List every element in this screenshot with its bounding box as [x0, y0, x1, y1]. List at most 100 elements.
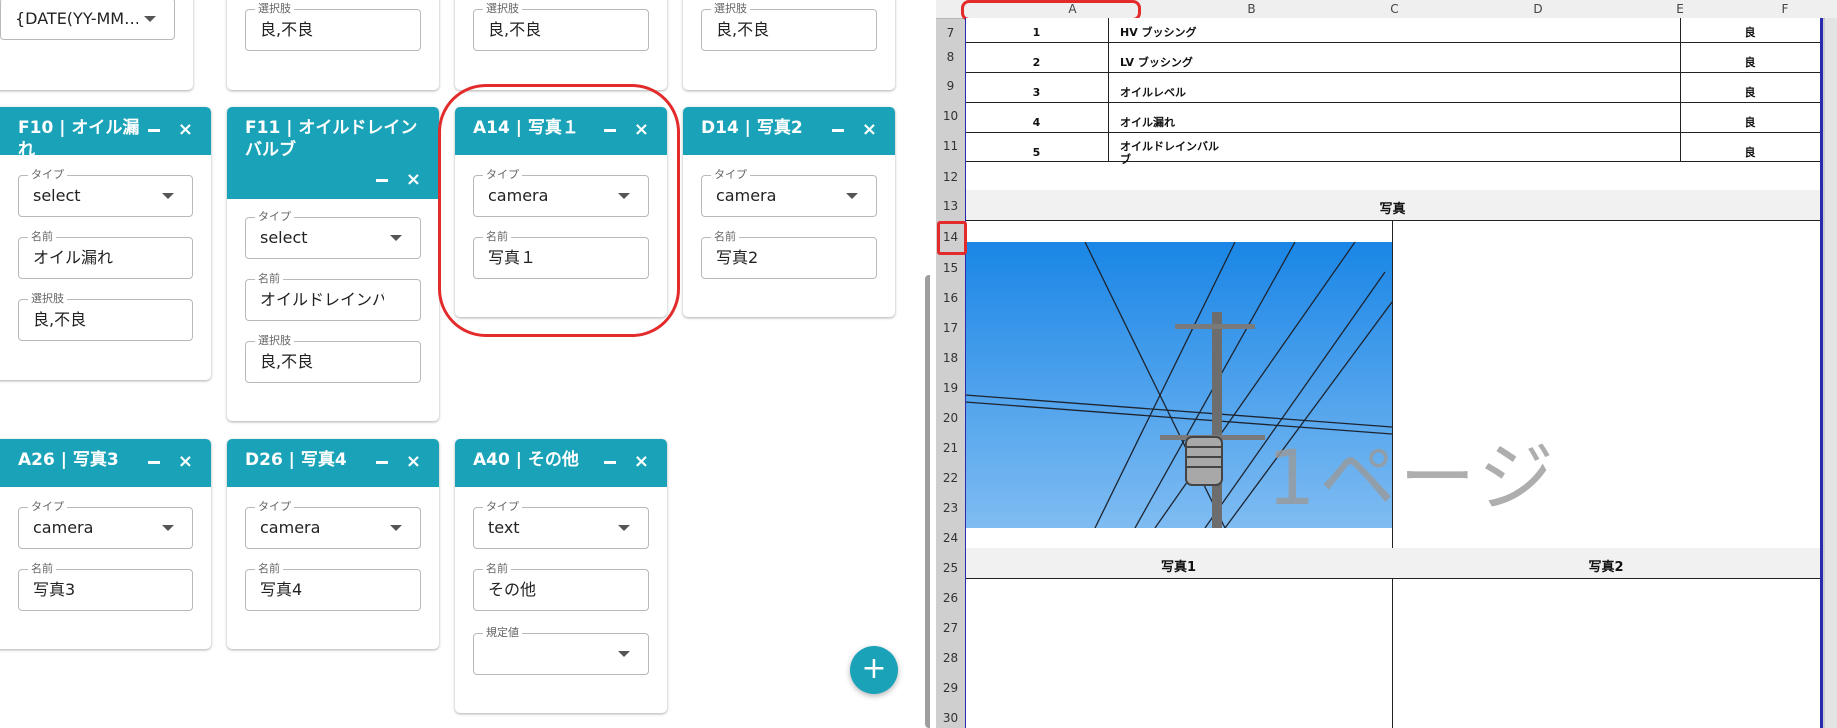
cell-result[interactable]: 良: [1680, 146, 1820, 159]
row-header[interactable]: 12: [936, 170, 965, 184]
name-field[interactable]: 名前 オイル漏れ: [18, 230, 193, 279]
sheet-scrollbar[interactable]: [1825, 18, 1837, 728]
field-card-a40[interactable]: A40 | その他 × タイプ text 名前 その他 規定値: [455, 439, 667, 713]
minimize-icon[interactable]: [147, 128, 160, 132]
minimize-icon[interactable]: [375, 178, 388, 182]
field-card-c-top[interactable]: 選択肢 良,不良: [455, 0, 667, 90]
cell-name[interactable]: オイルドレインバル ブ: [1120, 140, 1380, 166]
default-value-select[interactable]: 規定値: [473, 626, 649, 675]
name-field[interactable]: 名前 オイルドレインバル: [245, 272, 421, 321]
name-field[interactable]: 名前 その他: [473, 562, 649, 611]
name-field[interactable]: 名前 写真3: [18, 562, 193, 611]
options-field[interactable]: 選択肢 良,不良: [473, 2, 649, 51]
minimize-icon[interactable]: [603, 128, 616, 132]
close-icon[interactable]: ×: [634, 121, 649, 139]
type-select[interactable]: タイプ camera: [701, 168, 877, 217]
column-header-d[interactable]: D: [1466, 2, 1610, 16]
field-card-b-top[interactable]: 選択肢 良,不良: [227, 0, 439, 90]
row-header[interactable]: 18: [936, 351, 965, 365]
column-header-e[interactable]: E: [1610, 2, 1750, 16]
row-header[interactable]: 30: [936, 711, 965, 725]
type-select[interactable]: タイプ camera: [473, 168, 649, 217]
cell-no[interactable]: 1: [965, 26, 1108, 39]
field-card-a26[interactable]: A26 | 写真3 × タイプ camera 名前 写真3: [0, 439, 211, 649]
scrollbar[interactable]: [925, 275, 930, 728]
row-header[interactable]: 19: [936, 381, 965, 395]
cell-name[interactable]: HV ブッシング: [1120, 26, 1380, 39]
name-field[interactable]: 名前 写真１: [473, 230, 649, 279]
cell-name[interactable]: オイルレベル: [1120, 86, 1380, 99]
column-header-c[interactable]: C: [1323, 2, 1466, 16]
options-field[interactable]: 選択肢 良,不良: [18, 292, 193, 341]
card-header: D26 | 写真4 ×: [227, 439, 439, 487]
name-field[interactable]: 名前 写真2: [701, 230, 877, 279]
cell-result[interactable]: 良: [1680, 26, 1820, 39]
type-select[interactable]: タイプ select: [18, 168, 193, 217]
cell-name[interactable]: LV ブッシング: [1120, 56, 1380, 69]
card-title: D14 | 写真2: [701, 118, 803, 138]
cell-no[interactable]: 2: [965, 56, 1108, 69]
row-header[interactable]: 14: [936, 230, 965, 244]
field-card-f10[interactable]: F10 | オイル漏れ × タイプ select 名前 オイル漏れ 選択肢 良,…: [0, 107, 211, 380]
row-header[interactable]: 10: [936, 109, 965, 123]
options-field[interactable]: 選択肢 良,不良: [701, 2, 877, 51]
row-header[interactable]: 21: [936, 441, 965, 455]
card-header: A40 | その他 ×: [455, 439, 667, 487]
cell-result[interactable]: 良: [1680, 86, 1820, 99]
row-header[interactable]: 29: [936, 681, 965, 695]
field-card-date[interactable]: {DATE(YY-MM…: [0, 0, 193, 90]
card-title: A14 | 写真１: [473, 118, 579, 138]
row-header[interactable]: 7: [936, 26, 965, 40]
options-field[interactable]: 選択肢 良,不良: [245, 334, 421, 383]
row-header[interactable]: 11: [936, 139, 965, 153]
cell-no[interactable]: 3: [965, 86, 1108, 99]
cell-result[interactable]: 良: [1680, 116, 1820, 129]
field-card-f11[interactable]: F11 | オイルドレイン バルブ × タイプ select 名前 オイルドレイ…: [227, 107, 439, 421]
field-card-d26[interactable]: D26 | 写真4 × タイプ camera 名前 写真4: [227, 439, 439, 649]
row-header[interactable]: 20: [936, 411, 965, 425]
column-header-f[interactable]: F: [1750, 2, 1820, 16]
type-select[interactable]: タイプ camera: [18, 500, 193, 549]
minimize-icon[interactable]: [831, 128, 844, 132]
row-header[interactable]: 8: [936, 50, 965, 64]
cell-no[interactable]: 4: [965, 116, 1108, 129]
minimize-icon[interactable]: [147, 460, 160, 464]
column-header-b[interactable]: B: [1180, 2, 1323, 16]
options-field[interactable]: 選択肢 良,不良: [245, 2, 421, 51]
minimize-icon[interactable]: [375, 460, 388, 464]
type-select[interactable]: タイプ select: [245, 210, 421, 259]
close-icon[interactable]: ×: [406, 453, 421, 471]
name-field[interactable]: 名前 写真4: [245, 562, 421, 611]
close-icon[interactable]: ×: [862, 121, 877, 139]
close-icon[interactable]: ×: [634, 453, 649, 471]
close-icon[interactable]: ×: [178, 121, 193, 139]
row-header[interactable]: 23: [936, 501, 965, 515]
type-select[interactable]: {DATE(YY-MM…: [0, 0, 175, 40]
cell-result[interactable]: 良: [1680, 56, 1820, 69]
row-header[interactable]: 28: [936, 651, 965, 665]
field-card-d14[interactable]: D14 | 写真2 × タイプ camera 名前 写真2: [683, 107, 895, 317]
row-header[interactable]: 27: [936, 621, 965, 635]
row-header[interactable]: 15: [936, 261, 965, 275]
column-header-a[interactable]: A: [965, 2, 1180, 16]
photo-section-title: 写真: [1379, 202, 1406, 217]
field-card-a14[interactable]: A14 | 写真１ × タイプ camera 名前 写真１: [455, 107, 667, 317]
row-header[interactable]: 13: [936, 199, 965, 213]
minimize-icon[interactable]: [603, 460, 616, 464]
cell-name[interactable]: オイル漏れ: [1120, 116, 1380, 129]
close-icon[interactable]: ×: [406, 171, 421, 189]
row-header[interactable]: 26: [936, 591, 965, 605]
chevron-down-icon: [162, 193, 174, 199]
row-header[interactable]: 9: [936, 79, 965, 93]
row-header[interactable]: 17: [936, 321, 965, 335]
type-select[interactable]: タイプ camera: [245, 500, 421, 549]
cell-no[interactable]: 5: [965, 146, 1108, 159]
close-icon[interactable]: ×: [178, 453, 193, 471]
row-header[interactable]: 24: [936, 531, 965, 545]
row-header[interactable]: 22: [936, 471, 965, 485]
add-field-button[interactable]: +: [850, 646, 898, 694]
row-header[interactable]: 16: [936, 291, 965, 305]
row-header[interactable]: 25: [936, 561, 965, 575]
field-card-d-top[interactable]: 選択肢 良,不良: [683, 0, 895, 90]
type-select[interactable]: タイプ text: [473, 500, 649, 549]
